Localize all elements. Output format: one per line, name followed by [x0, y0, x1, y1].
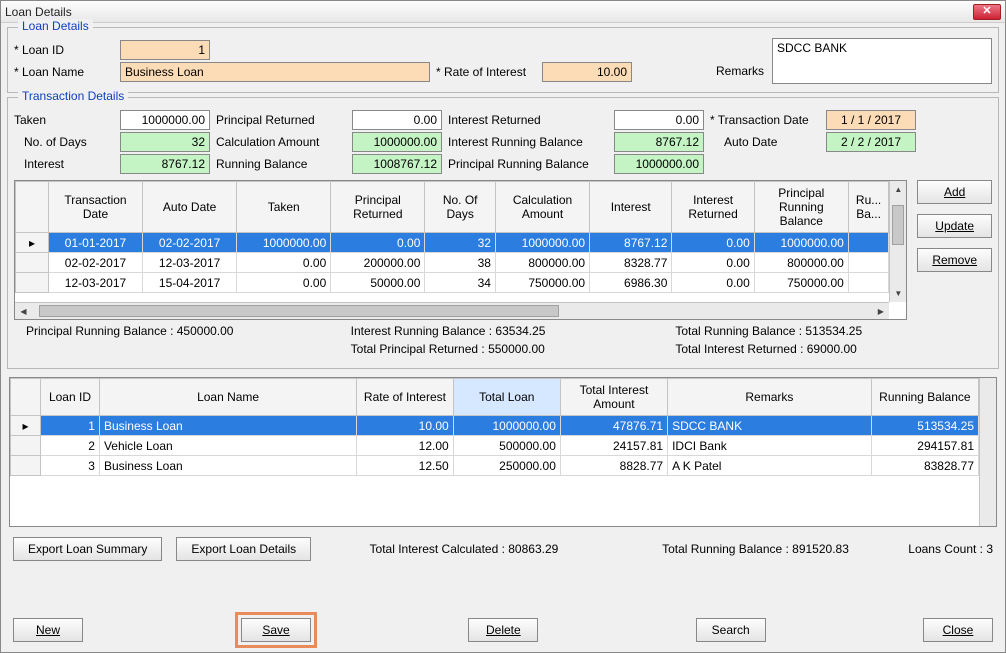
export-loan-summary-button[interactable]: Export Loan Summary — [13, 537, 162, 561]
loan-id-input[interactable] — [120, 40, 210, 60]
transactions-grid-hscroll[interactable]: ◀ ▶ — [15, 302, 889, 319]
window-close-button[interactable]: ✕ — [973, 4, 1001, 20]
loans-grid-row[interactable]: 3 Business Loan 12.50 250000.00 8828.77 … — [11, 456, 979, 476]
delete-button[interactable]: Delete — [468, 618, 538, 642]
loan-details-window: Loan Details ✕ Loan Details * Loan ID * … — [0, 0, 1006, 653]
transactions-grid-row[interactable]: ▸ 01-01-2017 02-02-2017 1000000.00 0.00 … — [16, 233, 889, 253]
int-run-bal-label: Interest Running Balance — [448, 135, 608, 149]
search-button[interactable]: Search — [696, 618, 766, 642]
loans-grid-row[interactable]: 2 Vehicle Loan 12.00 500000.00 24157.81 … — [11, 436, 979, 456]
transactions-grid-vscroll[interactable]: ▲ ▼ — [889, 181, 906, 302]
transaction-details-group: Transaction Details Taken Principal Retu… — [7, 97, 999, 369]
window-title: Loan Details — [5, 5, 973, 19]
taken-input[interactable] — [120, 110, 210, 130]
transactions-grid-row[interactable]: 02-02-2017 12-03-2017 0.00 200000.00 38 … — [16, 253, 889, 273]
prin-run-bal-input[interactable] — [614, 154, 704, 174]
interest-label: Interest — [14, 157, 114, 171]
running-balance-label: Running Balance — [216, 157, 346, 171]
save-button[interactable]: Save — [241, 618, 311, 642]
summary-total-int-ret: Total Interest Returned : 69000.00 — [675, 342, 980, 356]
loans-grid-row[interactable]: ▸ 1 Business Loan 10.00 1000000.00 47876… — [11, 416, 979, 436]
principal-returned-label: Principal Returned — [216, 113, 346, 127]
transaction-date-input[interactable] — [826, 110, 916, 130]
principal-returned-input[interactable] — [352, 110, 442, 130]
rate-label: * Rate of Interest — [436, 65, 536, 79]
loan-name-input[interactable] — [120, 62, 430, 82]
loans-grid-vscroll[interactable] — [979, 378, 996, 526]
loans-grid[interactable]: Loan ID Loan Name Rate of Interest Total… — [9, 377, 997, 527]
remove-button[interactable]: Remove — [917, 248, 992, 272]
auto-date-input[interactable] — [826, 132, 916, 152]
running-balance-input[interactable] — [352, 154, 442, 174]
calc-amount-label: Calculation Amount — [216, 135, 346, 149]
summary-total-prin-ret: Total Principal Returned : 550000.00 — [351, 342, 656, 356]
interest-returned-label: Interest Returned — [448, 113, 608, 127]
add-button[interactable]: Add — [917, 180, 992, 204]
auto-date-label: Auto Date — [710, 135, 820, 149]
transactions-grid-header: Transaction Date Auto Date Taken Princip… — [16, 182, 889, 233]
int-run-bal-input[interactable] — [614, 132, 704, 152]
total-running-balance: Total Running Balance : 891520.83 — [617, 542, 895, 556]
loan-id-label: * Loan ID — [14, 43, 114, 57]
remarks-textarea[interactable]: SDCC BANK — [772, 38, 992, 84]
interest-input[interactable] — [120, 154, 210, 174]
close-button[interactable]: Close — [923, 618, 993, 642]
taken-label: Taken — [14, 113, 114, 127]
export-loan-details-button[interactable]: Export Loan Details — [176, 537, 311, 561]
loan-name-label: * Loan Name — [14, 65, 114, 79]
transaction-details-legend: Transaction Details — [18, 89, 128, 103]
remarks-label: Remarks — [716, 38, 764, 78]
no-days-label: No. of Days — [14, 135, 114, 149]
rate-input[interactable] — [542, 62, 632, 82]
total-interest-calculated: Total Interest Calculated : 80863.29 — [325, 542, 603, 556]
no-days-input[interactable] — [120, 132, 210, 152]
loans-count: Loans Count : 3 — [908, 542, 993, 556]
transactions-grid-row[interactable]: 12-03-2017 15-04-2017 0.00 50000.00 34 7… — [16, 273, 889, 293]
summary-prin-run-bal: Principal Running Balance : 450000.00 — [26, 324, 331, 338]
transaction-date-label: * Transaction Date — [710, 113, 820, 127]
update-button[interactable]: Update — [917, 214, 992, 238]
interest-returned-input[interactable] — [614, 110, 704, 130]
summary-total-run-bal: Total Running Balance : 513534.25 — [675, 324, 980, 338]
transactions-grid[interactable]: Transaction Date Auto Date Taken Princip… — [14, 180, 907, 320]
titlebar: Loan Details ✕ — [1, 1, 1005, 23]
prin-run-bal-label: Principal Running Balance — [448, 157, 608, 171]
summary-int-run-bal: Interest Running Balance : 63534.25 — [351, 324, 656, 338]
loans-grid-header: Loan ID Loan Name Rate of Interest Total… — [11, 379, 979, 416]
calc-amount-input[interactable] — [352, 132, 442, 152]
loan-details-group: Loan Details * Loan ID * Loan Name * Rat… — [7, 27, 999, 93]
new-button[interactable]: New — [13, 618, 83, 642]
loan-details-legend: Loan Details — [18, 19, 93, 33]
